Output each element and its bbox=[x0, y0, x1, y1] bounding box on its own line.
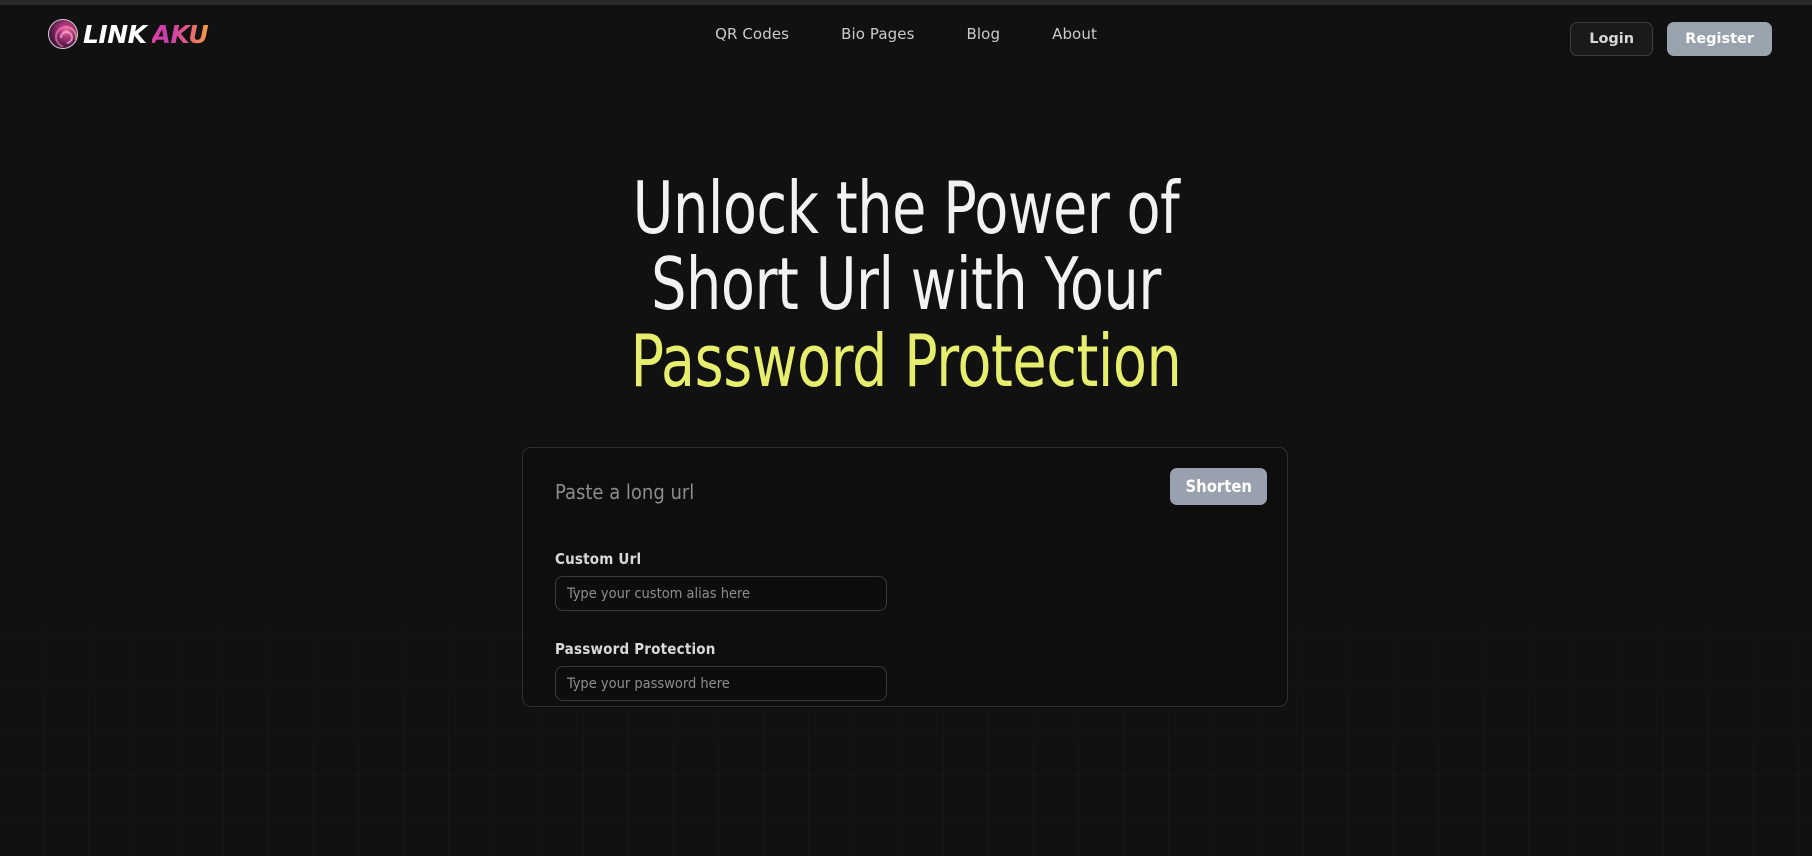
register-button[interactable]: Register bbox=[1667, 22, 1772, 56]
custom-url-input[interactable] bbox=[555, 576, 887, 611]
main-navigation: QR Codes Bio Pages Blog About bbox=[0, 25, 1812, 43]
hero-heading-text: Unlock the Power of Short Url with Your bbox=[632, 166, 1180, 327]
browser-chrome-strip bbox=[0, 0, 1812, 5]
site-header: LINK AKU QR Codes Bio Pages Blog About L… bbox=[0, 5, 1812, 75]
header-actions: Login Register bbox=[1570, 22, 1772, 56]
login-button[interactable]: Login bbox=[1570, 22, 1654, 56]
background-grid bbox=[0, 0, 1812, 856]
password-field-group: Password Protection bbox=[555, 640, 887, 701]
long-url-row: Shorten bbox=[523, 448, 1289, 535]
long-url-input[interactable] bbox=[555, 472, 1155, 512]
password-protection-label: Password Protection bbox=[555, 640, 716, 658]
nav-item-qr-codes[interactable]: QR Codes bbox=[715, 25, 789, 43]
url-shortener-card: Shorten Custom Url Password Protection bbox=[522, 447, 1288, 707]
shorten-button[interactable]: Shorten bbox=[1170, 468, 1267, 505]
custom-url-label: Custom Url bbox=[555, 550, 642, 568]
page-title: Unlock the Power of Short Url with Your … bbox=[566, 170, 1245, 399]
nav-item-about[interactable]: About bbox=[1052, 25, 1097, 43]
nav-item-blog[interactable]: Blog bbox=[967, 25, 1001, 43]
hero-heading-highlight: Password Protection bbox=[630, 318, 1182, 403]
hero-section: Unlock the Power of Short Url with Your … bbox=[0, 170, 1812, 399]
nav-item-bio-pages[interactable]: Bio Pages bbox=[841, 25, 914, 43]
custom-url-field-group: Custom Url bbox=[555, 550, 887, 611]
password-protection-input[interactable] bbox=[555, 666, 887, 701]
